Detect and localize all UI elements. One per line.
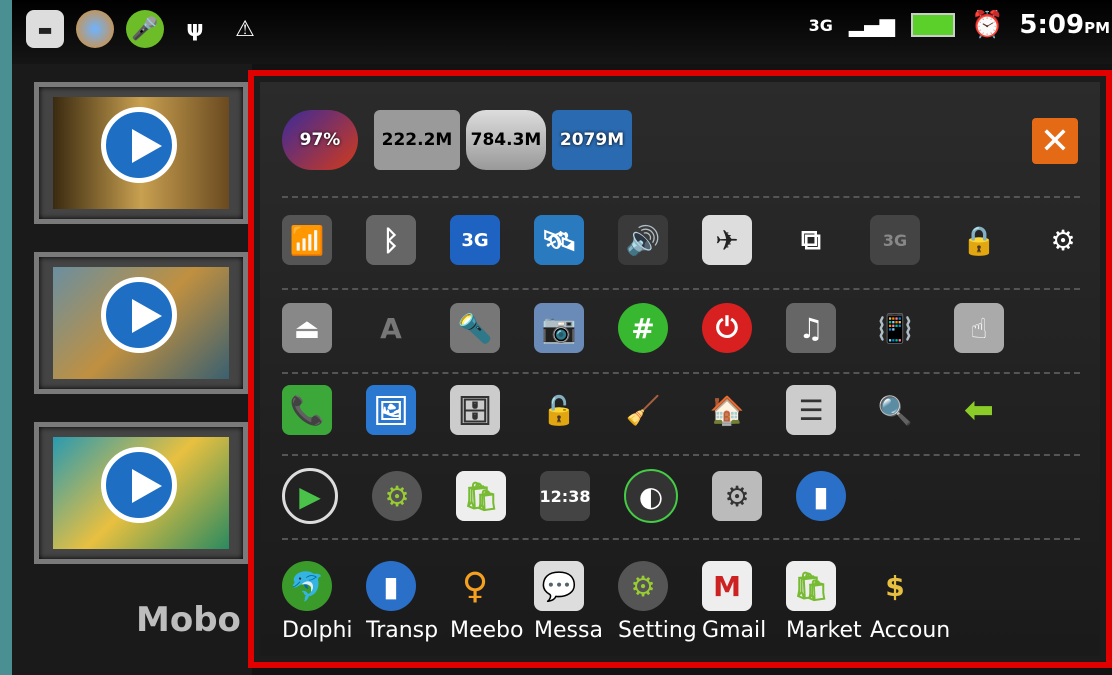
storage-info[interactable]: 784.3M	[466, 110, 546, 170]
bluetooth-off-icon[interactable]: ᛒ	[366, 215, 416, 265]
home-icon[interactable]: 🏠	[702, 385, 752, 435]
dolphin-browser-icon[interactable]: 🐬	[282, 561, 332, 611]
battery-percent: 97%	[299, 130, 341, 150]
keypad-icon[interactable]: #	[618, 303, 668, 353]
task-list-icon[interactable]: ☰	[786, 385, 836, 435]
app-row-1: ▶ ⚙ 🛍 12:38 ◐ ⚙ ▮	[282, 464, 880, 528]
config-icon[interactable]: ⚙	[712, 471, 762, 521]
phone-icon[interactable]: 📞	[282, 385, 332, 435]
sdcard-value: 2079M	[559, 130, 625, 150]
messaging-icon[interactable]: 💬	[534, 561, 584, 611]
usb-icon: ψ	[186, 16, 204, 42]
wifi-off-icon[interactable]: 📶	[282, 215, 332, 265]
battery-icon	[911, 13, 956, 37]
mobile-data-3g-icon[interactable]: 3G	[450, 215, 500, 265]
back-arrow-icon[interactable]: ⬅	[954, 385, 1004, 435]
phone-screen: ▬ 🎤 ψ ⚠ 3G ▂▄▆ ⏰ 5:09PM Mobo 97% 222.2M …	[12, 0, 1112, 675]
label-accounts: Accoun	[870, 618, 951, 643]
warning-icon: ⚠	[235, 16, 255, 42]
divider	[282, 196, 1080, 198]
label-messaging: Messa	[534, 618, 603, 643]
label-market: Market	[786, 618, 862, 643]
play-icon[interactable]	[101, 107, 177, 183]
app-row-2: 🐬 ▮ ♀ 💬 ⚙ M 🛍 $	[282, 554, 954, 618]
market-icon[interactable]: 🛍	[456, 471, 506, 521]
screen-lock-icon[interactable]: 🔒	[954, 215, 1004, 265]
divider	[282, 372, 1080, 374]
auto-brightness-icon[interactable]: A	[366, 303, 416, 353]
transparent-icon[interactable]: ▮	[366, 561, 416, 611]
status-bar: ▬ 🎤 ψ ⚠ 3G ▂▄▆ ⏰ 5:09PM	[12, 0, 1112, 64]
video-thumbnail-3[interactable]	[34, 422, 248, 564]
meebo-icon[interactable]: ♀	[450, 561, 500, 611]
clock-widget-icon[interactable]: 12:38	[540, 471, 590, 521]
shortcut-row: 📞 🖼 🗄 🔓 🧹 🏠 ☰ 🔍 ⬅	[282, 378, 1038, 442]
search-icon[interactable]: 🔍	[870, 385, 920, 435]
airplane-mode-icon[interactable]: ✈	[702, 215, 752, 265]
power-icon[interactable]: ⏻	[702, 303, 752, 353]
settings-icon[interactable]: ⚙	[372, 471, 422, 521]
auto-rotate-icon[interactable]: ⧉	[786, 215, 836, 265]
accounts-icon[interactable]: $	[870, 561, 920, 611]
signal-icon: ▂▄▆	[848, 13, 896, 37]
info-row: 97% 222.2M 784.3M 2079M	[282, 108, 638, 172]
flashlight-icon[interactable]: 🔦	[450, 303, 500, 353]
divider	[282, 454, 1080, 456]
alarm-icon: ⏰	[971, 10, 1004, 40]
network-type: 3G	[808, 15, 833, 35]
usb-storage-icon[interactable]: ⏏	[282, 303, 332, 353]
label-dolphin: Dolphi	[282, 618, 353, 643]
picture-frame-icon[interactable]: 🖼	[366, 385, 416, 435]
keyboard-icon: ▬	[26, 10, 64, 48]
label-transparent: Transp	[366, 618, 439, 643]
touch-icon[interactable]: ☝	[954, 303, 1004, 353]
file-cabinet-icon[interactable]: 🗄	[450, 385, 500, 435]
storage-value: 784.3M	[470, 130, 542, 150]
divider	[282, 538, 1080, 540]
market-app-icon[interactable]: 🛍	[786, 561, 836, 611]
close-button[interactable]: ✕	[1032, 118, 1078, 164]
app-title: Mobo	[136, 600, 241, 640]
vibrate-icon[interactable]: 📳	[870, 303, 920, 353]
clock-time: 5:09	[1019, 10, 1085, 40]
disk-icon[interactable]: ◐	[624, 469, 678, 523]
unlock-icon[interactable]: 🔓	[534, 385, 584, 435]
toggle-row-2: ⏏ A 🔦 📷 # ⏻ ♫ 📳 ☝	[282, 296, 1038, 360]
video-thumbnail-2[interactable]	[34, 252, 248, 394]
memory-info[interactable]: 222.2M	[374, 110, 460, 170]
media-scanner-icon[interactable]: ♫	[786, 303, 836, 353]
video-thumbnail-1[interactable]	[34, 82, 248, 224]
gmail-icon[interactable]: M	[702, 561, 752, 611]
clock-ampm: PM	[1084, 19, 1110, 37]
label-settings: Setting	[618, 618, 697, 643]
sound-icon[interactable]: 🔊	[618, 215, 668, 265]
gps-icon[interactable]: 🛰	[534, 215, 584, 265]
broom-icon[interactable]: 🧹	[618, 385, 668, 435]
memory-value: 222.2M	[381, 130, 453, 150]
quick-panel: 97% 222.2M 784.3M 2079M ✕ 📶 ᛒ 3G 🛰 🔊 ✈ ⧉…	[248, 70, 1112, 668]
transparent-screen-icon[interactable]: ▮	[796, 471, 846, 521]
video-list	[12, 64, 252, 675]
browser-icon	[76, 10, 114, 48]
battery-info[interactable]: 97%	[282, 110, 358, 170]
sdcard-info[interactable]: 2079M	[552, 110, 632, 170]
network-2g3g-icon[interactable]: 3G	[870, 215, 920, 265]
play-icon[interactable]	[101, 447, 177, 523]
label-meebo: Meebo	[450, 618, 524, 643]
settings-app-icon[interactable]: ⚙	[618, 561, 668, 611]
play-icon[interactable]	[101, 277, 177, 353]
microphone-icon: 🎤	[126, 10, 164, 48]
divider	[282, 288, 1080, 290]
toggle-row-1: 📶 ᛒ 3G 🛰 🔊 ✈ ⧉ 3G 🔒 ⚙	[282, 208, 1088, 272]
label-gmail: Gmail	[702, 618, 767, 643]
clock: 5:09PM	[1019, 10, 1110, 40]
settings-gear-icon[interactable]: ⚙	[1038, 215, 1088, 265]
camera-gallery-icon[interactable]: 📷	[534, 303, 584, 353]
video-player-icon[interactable]: ▶	[282, 468, 338, 524]
app-labels: Dolphi Transp Meebo Messa Setting Gmail …	[282, 618, 954, 643]
